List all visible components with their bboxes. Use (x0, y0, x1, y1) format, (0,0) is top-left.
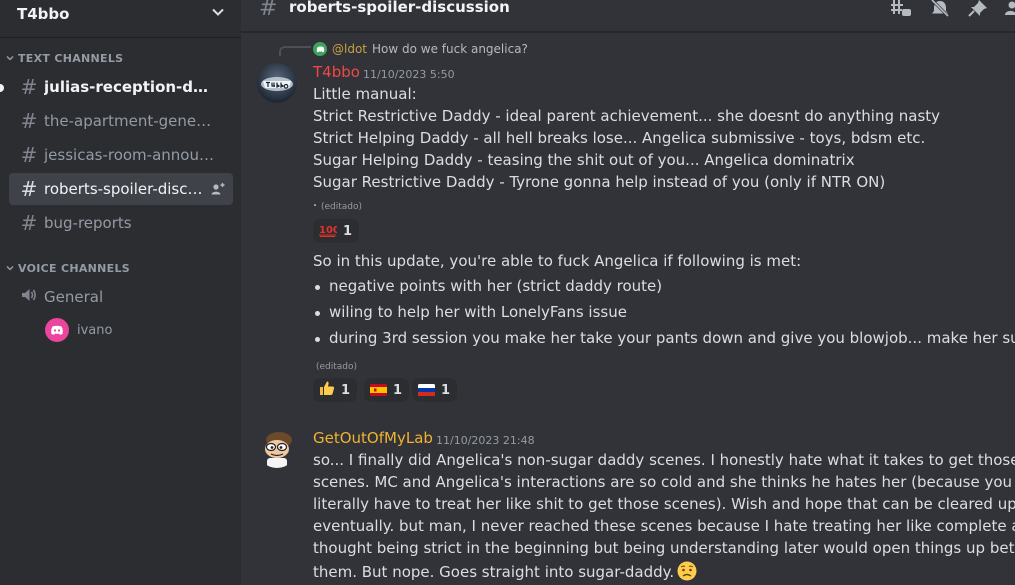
reaction-count: 1 (341, 382, 351, 398)
unread-indicator (0, 84, 4, 92)
message-line: Sugar Restrictive Daddy - Tyrone gonna h… (313, 173, 886, 191)
server-header[interactable]: T4bbo (0, 0, 241, 38)
reaction-flag-ru[interactable]: 1 (412, 378, 458, 402)
sidebar-channel-the-apartment-general[interactable]: # the-apartment-general-chat (9, 105, 233, 137)
worried-face-icon (677, 561, 697, 585)
channel-name: jessicas-room-announcements (44, 146, 214, 164)
category-text-channels[interactable]: TEXT CHANNELS (6, 52, 123, 65)
bullet-marker (315, 285, 320, 290)
hash-icon: # (20, 211, 38, 235)
channel-title: roberts-spoiler-discussion (289, 0, 510, 16)
message-line-text: them. But nope. Goes straight into sugar… (313, 563, 675, 581)
reply-connector (279, 46, 311, 56)
message-line: So in this update, you're able to fuck A… (313, 252, 802, 270)
avatar[interactable] (257, 428, 297, 468)
channel-name: julias-reception-desk (44, 78, 214, 96)
edited-label: (editado) (321, 202, 363, 212)
reaction-flag-es[interactable]: 1 (364, 378, 410, 402)
sidebar-channel-julias-reception-desk[interactable]: # julias-reception-desk (9, 71, 233, 103)
invite-member-icon[interactable] (211, 181, 225, 200)
hash-icon: # (259, 0, 278, 21)
message-line: Strict Restrictive Daddy - ideal parent … (313, 107, 941, 125)
channel-name: roberts-spoiler-discussion (44, 180, 204, 198)
message-line: Strict Helping Daddy - all hell breaks l… (313, 129, 926, 147)
sidebar-channel-bug-reports[interactable]: # bug-reports (9, 207, 233, 239)
reply-author[interactable]: @ldot (332, 42, 367, 56)
svg-text:100: 100 (319, 225, 337, 236)
channel-name: General (44, 288, 104, 306)
message-author[interactable]: GetOutOfMyLab (313, 429, 433, 447)
message-timestamp: 11/10/2023 21:48 (436, 434, 535, 447)
message-line: scenes. MC and Angelica's interactions a… (313, 473, 1013, 491)
reaction-count: 1 (393, 382, 403, 398)
hundred-points-icon: 100 (319, 222, 340, 241)
message-line: them. But nope. Goes straight into sugar… (313, 561, 697, 585)
reply-text: How do we fuck angelica? (372, 42, 528, 56)
sidebar-channel-roberts-spoiler-discussion[interactable]: # roberts-spoiler-discussion (9, 173, 233, 205)
bullet-marker (315, 337, 320, 342)
hash-icon: # (20, 177, 38, 201)
channel-name: the-apartment-general-chat (44, 112, 214, 130)
hash-icon: # (20, 143, 38, 167)
hash-icon: # (20, 75, 38, 99)
flag-spain-icon (370, 381, 387, 400)
members-icon[interactable] (1004, 0, 1015, 22)
reaction-count: 1 (343, 223, 353, 239)
list-item: wiling to help her with LonelyFans issue (329, 303, 627, 321)
list-item: negative points with her (strict daddy r… (329, 277, 663, 295)
chevron-down-icon (6, 262, 16, 275)
avatar[interactable] (257, 63, 297, 103)
speaker-icon (18, 285, 40, 309)
message-list: @ldot How do we fuck angelica? T4bbo 11/… (241, 33, 1015, 585)
sidebar-channel-jessicas-room[interactable]: # jessicas-room-announcements (9, 139, 233, 171)
server-name: T4bbo (17, 4, 70, 23)
category-label: TEXT CHANNELS (18, 52, 124, 65)
hash-icon: # (20, 109, 38, 133)
reaction-thumbs-up[interactable]: 1 (313, 378, 358, 402)
message-line: Sugar Helping Daddy - teasing the shit o… (313, 151, 855, 169)
avatar (313, 42, 327, 56)
message-line: so... I finally did Angelica's non-sugar… (313, 451, 1015, 469)
message-author[interactable]: T4bbo (313, 63, 360, 81)
channel-header: # roberts-spoiler-discussion (241, 0, 1015, 32)
channel-sidebar: T4bbo TEXT CHANNELS # julias-reception-d… (0, 0, 241, 585)
message-line: eventually. but man, I never reached the… (313, 517, 1015, 535)
chevron-down-icon (211, 4, 225, 23)
pin-icon[interactable] (968, 0, 988, 22)
chevron-down-icon (6, 52, 16, 65)
reaction-count: 1 (441, 382, 451, 398)
category-voice-channels[interactable]: VOICE CHANNELS (6, 262, 130, 275)
message-timestamp: 11/10/2023 5:50 (363, 68, 455, 81)
message-line: Little manual: (313, 85, 417, 103)
flag-russia-icon (418, 381, 435, 400)
message-dot: . (313, 195, 318, 210)
reaction-100[interactable]: 100 1 (313, 219, 360, 243)
sidebar-voice-channel-general[interactable]: General (9, 281, 233, 313)
notification-muted-icon[interactable] (929, 0, 951, 22)
threads-icon[interactable] (890, 0, 912, 22)
edited-label: (editado) (316, 362, 358, 372)
list-item: during 3rd session you make her take you… (329, 329, 1015, 347)
category-label: VOICE CHANNELS (18, 262, 131, 275)
voice-user-ivano[interactable]: ivano (45, 318, 112, 342)
thumbs-up-icon (319, 380, 335, 400)
message-line: literally have to treat her like shit to… (313, 495, 1015, 513)
bullet-marker (315, 311, 320, 316)
voice-user-name: ivano (77, 322, 113, 338)
channel-name: bug-reports (44, 214, 132, 232)
message-line: thought being strict in the beginning bu… (313, 539, 1015, 557)
avatar (45, 318, 69, 342)
reply-preview[interactable]: @ldot How do we fuck angelica? (313, 42, 528, 56)
